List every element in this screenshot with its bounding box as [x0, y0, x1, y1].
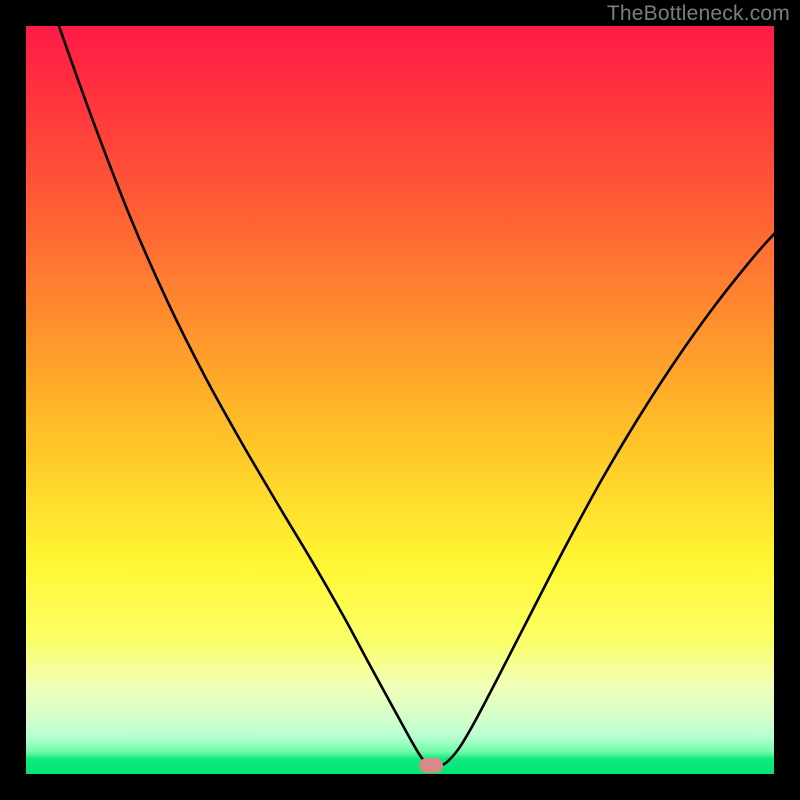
watermark-label: TheBottleneck.com	[607, 2, 790, 26]
chart-frame: TheBottleneck.com	[0, 0, 800, 800]
plot-area	[26, 26, 774, 774]
optimal-marker	[419, 758, 443, 773]
bottleneck-curve	[26, 26, 774, 774]
